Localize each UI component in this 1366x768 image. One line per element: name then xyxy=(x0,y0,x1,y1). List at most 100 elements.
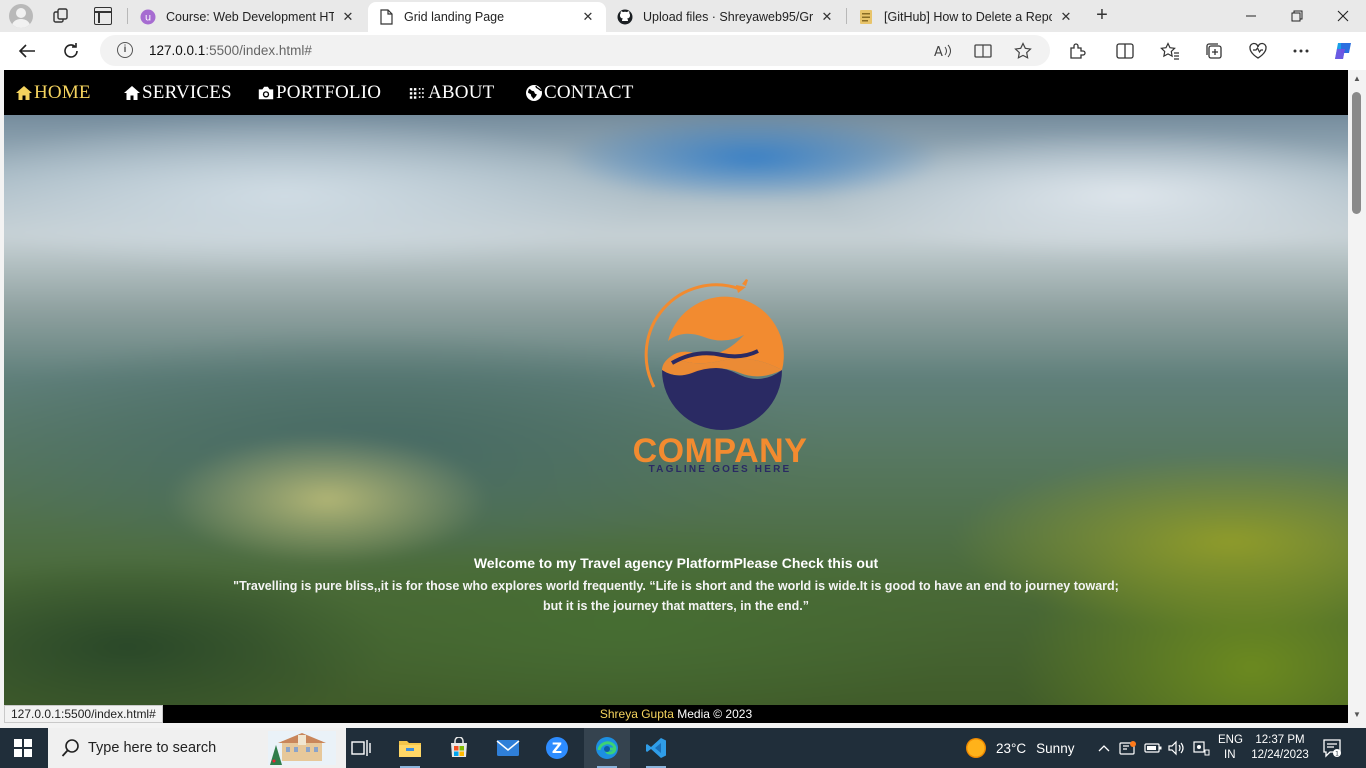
tab-separator xyxy=(127,8,128,24)
nav-services-label: SERVICES xyxy=(142,82,232,103)
svg-text:A: A xyxy=(934,45,943,59)
address-bar[interactable]: i 127.0.0.1:5500/index.html# A xyxy=(100,35,1050,66)
footer-copyright: Media © 2023 xyxy=(673,707,753,721)
tab-upload-files[interactable]: Upload files · Shreyaweb95/Grid- ✕ xyxy=(607,2,845,32)
refresh-icon[interactable] xyxy=(59,39,83,63)
home-icon xyxy=(123,84,141,102)
tab-title: Upload files · Shreyaweb95/Grid- xyxy=(643,10,813,24)
profile-avatar-icon[interactable] xyxy=(9,4,33,28)
tab-close-icon[interactable]: ✕ xyxy=(819,9,835,25)
more-options-icon[interactable] xyxy=(1289,39,1313,63)
minimize-icon[interactable] xyxy=(1228,0,1274,32)
split-screen-icon[interactable] xyxy=(1113,39,1137,63)
battery-icon[interactable] xyxy=(1143,738,1163,758)
new-tab-button[interactable]: + xyxy=(1092,4,1112,28)
browser-essentials-icon[interactable] xyxy=(1246,39,1270,63)
grid-dots-icon xyxy=(409,84,427,102)
tab-grid-landing[interactable]: Grid landing Page ✕ xyxy=(368,2,606,32)
globe-icon xyxy=(525,84,543,102)
scroll-down-arrow-icon[interactable]: ▼ xyxy=(1353,710,1361,719)
weather-widget[interactable]: 23°C Sunny xyxy=(966,738,1074,758)
travel-quote: "Travelling is pure bliss,,it is for tho… xyxy=(233,579,1119,613)
taskbar-clock[interactable]: 12:37 PM 12/24/2023 xyxy=(1250,733,1310,763)
zoom-app-icon[interactable]: Z xyxy=(534,728,580,768)
tab-separator xyxy=(846,8,847,24)
site-navbar: HOME SERVICES PORTFOLIO ABOUT CONTACT xyxy=(4,70,1348,115)
immersive-reader-icon[interactable] xyxy=(973,42,993,60)
github-icon xyxy=(617,9,633,25)
file-explorer-icon[interactable] xyxy=(387,728,433,768)
svg-text:1: 1 xyxy=(1335,751,1339,758)
input-language-indicator[interactable]: ENG IN xyxy=(1218,733,1243,763)
scrollbar-thumb[interactable] xyxy=(1352,92,1361,214)
clock-time: 12:37 PM xyxy=(1255,734,1305,746)
url-text[interactable]: 127.0.0.1:5500/index.html# xyxy=(149,43,312,58)
nav-home-label: HOME xyxy=(34,82,91,103)
tab-title: [GitHub] How to Delete a Reposit xyxy=(884,10,1052,24)
copilot-icon[interactable] xyxy=(1331,39,1355,63)
scroll-up-arrow-icon[interactable]: ▲ xyxy=(1353,74,1361,83)
hero-section: COMPANY TAGLINE GOES HERE Welcome to my … xyxy=(4,115,1348,705)
url-host: 127.0.0.1 xyxy=(149,43,206,58)
back-icon[interactable] xyxy=(15,39,39,63)
taskbar-search-box[interactable]: Type here to search xyxy=(48,728,346,768)
show-hidden-icons-chevron-icon[interactable] xyxy=(1096,738,1112,758)
svg-text:u: u xyxy=(145,13,151,24)
mail-icon[interactable] xyxy=(485,728,531,768)
tab-close-icon[interactable]: ✕ xyxy=(580,9,596,25)
url-path: :5500/index.html# xyxy=(205,43,312,58)
nav-home-link[interactable]: HOME xyxy=(15,80,91,106)
nav-about-label: ABOUT xyxy=(428,82,495,103)
browser-toolbar: i 127.0.0.1:5500/index.html# A xyxy=(0,32,1366,70)
notifications-icon[interactable]: 1 xyxy=(1322,738,1342,758)
site-info-icon[interactable]: i xyxy=(117,42,133,58)
nav-contact-label: CONTACT xyxy=(544,82,634,103)
sunny-icon xyxy=(966,738,986,758)
nav-portfolio-link[interactable]: PORTFOLIO xyxy=(257,80,381,106)
microsoft-store-icon[interactable] xyxy=(436,728,482,768)
tab-delete-repo[interactable]: [GitHub] How to Delete a Reposit ✕ xyxy=(848,2,1084,32)
windows-taskbar: Type here to search Z 23°C Sunny ENG IN … xyxy=(0,728,1366,768)
read-aloud-icon[interactable]: A xyxy=(933,42,953,60)
vscode-icon[interactable] xyxy=(633,728,679,768)
lang-region: IN xyxy=(1224,749,1236,761)
nav-about-link[interactable]: ABOUT xyxy=(409,80,494,106)
tab-course[interactable]: u Course: Web Development HTML ✕ xyxy=(130,2,366,32)
vertical-tabs-icon[interactable] xyxy=(94,7,112,25)
restore-icon[interactable] xyxy=(1274,0,1320,32)
welcome-heading: Welcome to my Travel agency PlatformPlea… xyxy=(473,555,879,571)
udemy-icon: u xyxy=(140,9,156,25)
vertical-scrollbar[interactable]: ▲ ▼ xyxy=(1348,70,1366,723)
home-icon xyxy=(15,84,33,102)
extensions-icon[interactable] xyxy=(1065,39,1089,63)
favorite-star-icon[interactable] xyxy=(1013,42,1033,60)
doc-icon xyxy=(858,9,874,25)
tab-close-icon[interactable]: ✕ xyxy=(340,9,356,25)
favorites-icon[interactable] xyxy=(1158,39,1182,63)
nav-services-link[interactable]: SERVICES xyxy=(123,80,232,106)
volume-icon[interactable] xyxy=(1166,738,1186,758)
task-view-icon[interactable] xyxy=(338,728,384,768)
search-highlight-illustration-icon xyxy=(268,731,336,765)
start-button[interactable] xyxy=(14,739,32,757)
company-tagline: TAGLINE GOES HERE xyxy=(648,464,792,475)
workspaces-icon[interactable] xyxy=(52,7,70,25)
search-placeholder: Type here to search xyxy=(88,740,217,756)
tray-app-icon[interactable] xyxy=(1118,738,1138,758)
edge-browser-icon[interactable] xyxy=(584,728,630,768)
weather-condition: Sunny xyxy=(1036,740,1075,756)
network-icon[interactable] xyxy=(1190,738,1212,758)
weather-temp: 23°C xyxy=(996,740,1027,756)
nav-portfolio-label: PORTFOLIO xyxy=(276,82,382,103)
tab-close-icon[interactable]: ✕ xyxy=(1058,9,1074,25)
close-window-icon[interactable] xyxy=(1320,0,1366,32)
collections-icon[interactable] xyxy=(1202,39,1226,63)
nav-contact-link[interactable]: CONTACT xyxy=(525,80,634,106)
tab-title: Course: Web Development HTML xyxy=(166,10,334,24)
footer-author: Shreya Gupta xyxy=(599,707,674,721)
camera-icon xyxy=(257,84,275,102)
page-icon xyxy=(378,9,394,25)
clock-date: 12/24/2023 xyxy=(1251,749,1309,761)
link-status-bar: 127.0.0.1:5500/index.html# xyxy=(4,705,163,723)
browser-tab-strip: u Course: Web Development HTML ✕ Grid la… xyxy=(0,0,1366,32)
